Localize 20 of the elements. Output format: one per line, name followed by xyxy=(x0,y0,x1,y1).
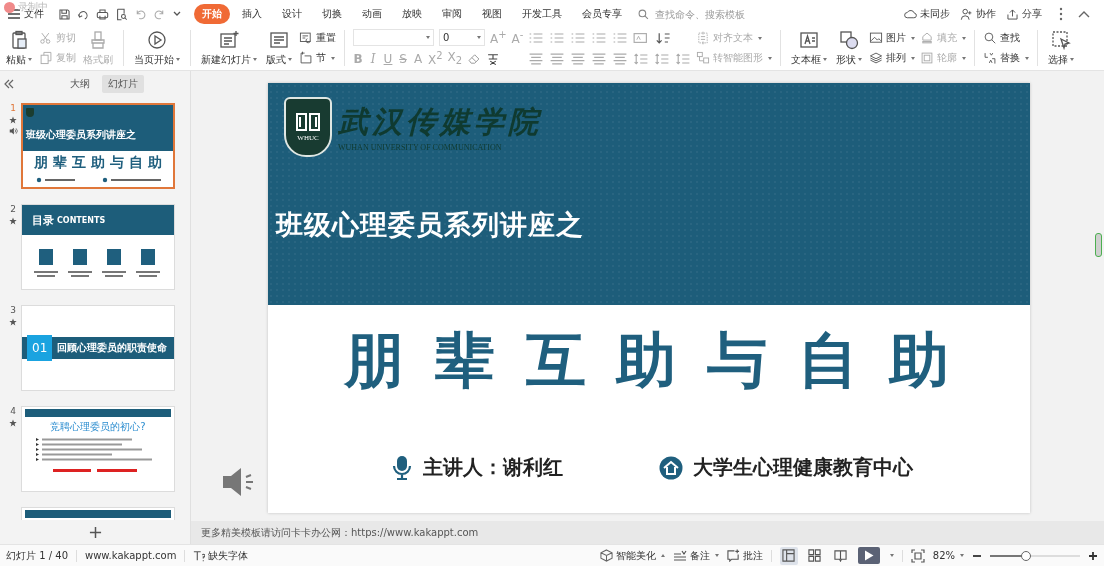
website-label: www.kakappt.com xyxy=(85,550,177,561)
slide-number: 1 xyxy=(10,103,16,113)
presenter-name: 主讲人：谢利红 xyxy=(423,454,563,481)
thumbnail-heading: 朋 辈 互 助 与 自 助 xyxy=(34,154,162,172)
school-name: 武汉传媒学院 xyxy=(338,103,542,141)
thumbnail-subtitle: CONTENTS xyxy=(57,215,106,225)
notes-text: 更多精美模板请访问卡卡办公网：https://www.kakappt.com xyxy=(201,525,479,540)
thumbnail-title: 班级心理委员系列讲座之 xyxy=(26,128,137,142)
slide-number: 4 xyxy=(10,406,16,416)
school-name-english: WUHAN UNIVERSITY OF COMMUNICATION xyxy=(338,143,503,152)
slide-counter: 幻灯片 1 / 40 xyxy=(6,548,68,563)
slide-title: 班级心理委员系列讲座之 xyxy=(276,208,585,242)
thumbnail-title: 目录 xyxy=(32,212,54,228)
slide-number: 3 xyxy=(10,305,16,315)
thumbnail-title: 回顾心理委员的职责使命 xyxy=(57,341,168,355)
organization-name: 大学生心理健康教育中心 xyxy=(693,454,913,481)
slide-heading: 朋 辈 互 助 与 自 助 xyxy=(343,324,955,397)
section-number-badge: 01 xyxy=(27,335,53,361)
thumbnail-heading: 竞聘心理委员的初心? xyxy=(50,420,146,434)
slide-number: 2 xyxy=(10,204,16,214)
